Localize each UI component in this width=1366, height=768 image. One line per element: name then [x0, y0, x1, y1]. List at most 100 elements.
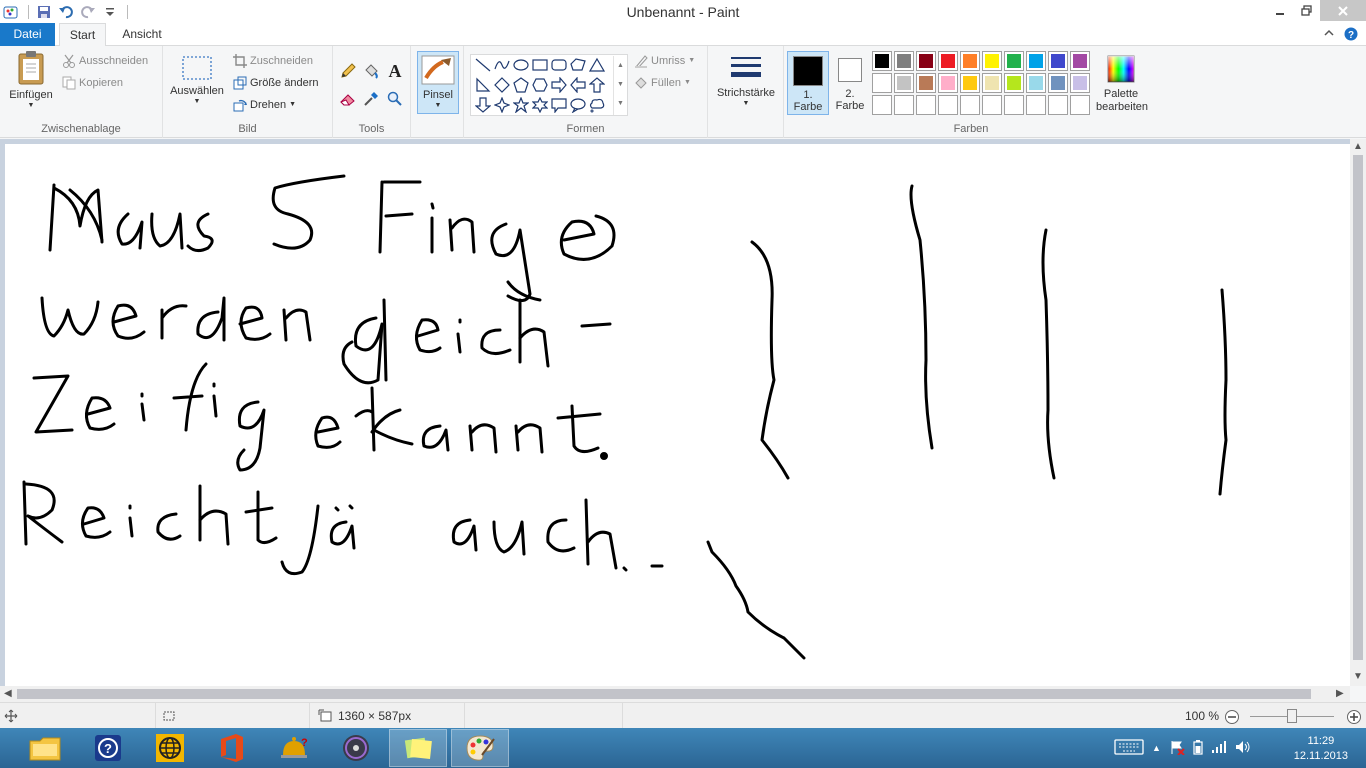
polygon-shape-icon[interactable]	[568, 55, 588, 75]
drawing-canvas[interactable]	[5, 144, 1350, 686]
color-swatch[interactable]	[1004, 51, 1024, 71]
color-swatch[interactable]	[960, 51, 980, 71]
taskbar-clock[interactable]: 11:29 12.11.2013	[1294, 734, 1348, 764]
right-triangle-shape-icon[interactable]	[473, 75, 493, 95]
taskbar-help[interactable]: ?	[79, 729, 137, 767]
shapes-scroll-up-icon[interactable]: ▲	[614, 56, 627, 75]
show-hidden-icons-icon[interactable]: ▲	[1152, 743, 1161, 753]
horizontal-scrollbar[interactable]: ◀ ▶	[0, 686, 1350, 702]
color-swatch[interactable]	[894, 73, 914, 93]
hexagon-shape-icon[interactable]	[530, 75, 550, 95]
copy-button[interactable]: Kopieren	[62, 73, 123, 93]
size-button[interactable]: Strichstärke ▼	[712, 54, 780, 108]
taskbar-explorer[interactable]	[16, 729, 74, 767]
color-swatch[interactable]	[1004, 73, 1024, 93]
left-arrow-shape-icon[interactable]	[568, 75, 588, 95]
network-signal-icon[interactable]	[1211, 740, 1227, 757]
custom-color-slot[interactable]	[1048, 95, 1068, 115]
up-arrow-shape-icon[interactable]	[587, 75, 607, 95]
edit-colors-button[interactable]: Palette bearbeiten	[1086, 54, 1156, 114]
shapes-scroll[interactable]: ▲ ▼ ▼	[613, 56, 627, 115]
line-shape-icon[interactable]	[473, 55, 493, 75]
zoom-in-icon[interactable]	[1346, 709, 1362, 728]
magnifier-icon[interactable]	[385, 89, 405, 109]
crop-button[interactable]: Zuschneiden	[233, 51, 313, 71]
pentagon-shape-icon[interactable]	[511, 75, 531, 95]
paste-button[interactable]: Einfügen ▼	[4, 50, 58, 110]
taskbar-paint[interactable]	[451, 729, 509, 767]
curve-shape-icon[interactable]	[492, 55, 512, 75]
color-swatch[interactable]	[982, 51, 1002, 71]
zoom-out-icon[interactable]	[1224, 709, 1240, 728]
action-center-flag-icon[interactable]	[1169, 739, 1185, 758]
custom-color-slot[interactable]	[894, 95, 914, 115]
vertical-scrollbar[interactable]: ▲ ▼	[1350, 139, 1366, 686]
tab-start[interactable]: Start	[59, 23, 106, 47]
rect-callout-shape-icon[interactable]	[549, 95, 569, 115]
color-swatch[interactable]	[916, 73, 936, 93]
oval-shape-icon[interactable]	[511, 55, 531, 75]
vertical-scroll-thumb[interactable]	[1353, 155, 1363, 660]
touch-keyboard-icon[interactable]	[1114, 738, 1144, 758]
taskbar-browser[interactable]	[141, 729, 199, 767]
scroll-down-icon[interactable]: ▼	[1353, 671, 1363, 682]
select-button[interactable]: Auswählen ▼	[167, 54, 227, 106]
rotate-button[interactable]: Drehen ▼	[233, 95, 296, 115]
right-arrow-shape-icon[interactable]	[549, 75, 569, 95]
taskbar-sticky-notes[interactable]	[389, 729, 447, 767]
color-swatch[interactable]	[1048, 73, 1068, 93]
color-swatch[interactable]	[894, 51, 914, 71]
color-swatch[interactable]	[960, 73, 980, 93]
close-button[interactable]	[1320, 0, 1366, 21]
eraser-icon[interactable]	[338, 89, 358, 109]
six-point-star-shape-icon[interactable]	[530, 95, 550, 115]
color-swatch[interactable]	[982, 73, 1002, 93]
color-swatch[interactable]	[938, 51, 958, 71]
diamond-shape-icon[interactable]	[492, 75, 512, 95]
custom-color-slot[interactable]	[982, 95, 1002, 115]
scroll-up-icon[interactable]: ▲	[1353, 141, 1363, 152]
custom-color-slot[interactable]	[1026, 95, 1046, 115]
color1-button[interactable]: 1. Farbe	[787, 51, 829, 115]
color-swatch[interactable]	[1048, 51, 1068, 71]
color-swatch[interactable]	[938, 73, 958, 93]
cut-button[interactable]: Ausschneiden	[62, 51, 148, 71]
outline-button[interactable]: Umriss ▼	[634, 51, 695, 71]
triangle-shape-icon[interactable]	[587, 55, 607, 75]
brush-button[interactable]: Pinsel ▼	[417, 51, 459, 114]
color-swatch[interactable]	[872, 51, 892, 71]
color-swatch[interactable]	[872, 73, 892, 93]
resize-button[interactable]: Größe ändern	[233, 73, 318, 93]
oval-callout-shape-icon[interactable]	[568, 95, 588, 115]
minimize-ribbon-icon[interactable]	[1324, 27, 1334, 44]
fill-button[interactable]: Füllen ▼	[634, 73, 691, 93]
fill-bucket-icon[interactable]	[361, 61, 381, 81]
custom-color-slot[interactable]	[938, 95, 958, 115]
scroll-right-icon[interactable]: ▶	[1336, 688, 1344, 699]
shapes-scroll-down-icon[interactable]: ▼	[614, 75, 627, 94]
color2-button[interactable]: 2. Farbe	[829, 51, 871, 115]
custom-color-slot[interactable]	[916, 95, 936, 115]
restore-button[interactable]	[1293, 0, 1320, 21]
battery-icon[interactable]	[1193, 739, 1203, 758]
tab-view[interactable]: Ansicht	[113, 23, 171, 46]
rectangle-shape-icon[interactable]	[530, 55, 550, 75]
tab-file[interactable]: Datei	[0, 23, 55, 46]
five-point-star-shape-icon[interactable]	[511, 95, 531, 115]
four-point-star-shape-icon[interactable]	[492, 95, 512, 115]
taskbar-media[interactable]	[327, 729, 385, 767]
color-picker-icon[interactable]	[361, 89, 381, 109]
custom-color-slot[interactable]	[1004, 95, 1024, 115]
shapes-expand-icon[interactable]: ▼	[614, 94, 627, 113]
horizontal-scroll-thumb[interactable]	[17, 689, 1311, 699]
rounded-rectangle-shape-icon[interactable]	[549, 55, 569, 75]
custom-color-slot[interactable]	[960, 95, 980, 115]
cloud-callout-shape-icon[interactable]	[587, 95, 607, 115]
minimize-button[interactable]	[1266, 0, 1293, 21]
color-swatch[interactable]	[1026, 73, 1046, 93]
zoom-slider-thumb[interactable]	[1287, 709, 1297, 723]
scroll-left-icon[interactable]: ◀	[4, 688, 12, 699]
color-swatch[interactable]	[1026, 51, 1046, 71]
custom-color-slot[interactable]	[872, 95, 892, 115]
taskbar-office[interactable]	[203, 729, 261, 767]
